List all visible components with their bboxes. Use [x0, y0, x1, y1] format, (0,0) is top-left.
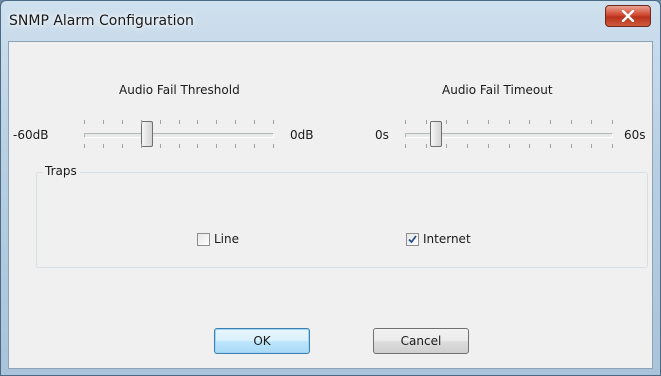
slider-tick	[612, 144, 613, 148]
threshold-min-label: -60dB	[13, 128, 49, 142]
slider-tick	[591, 144, 592, 148]
timeout-slider[interactable]	[405, 114, 613, 154]
timeout-slider-thumb[interactable]	[430, 121, 442, 147]
line-checkbox[interactable]	[197, 233, 210, 246]
checkmark-icon	[408, 235, 417, 244]
internet-checkbox[interactable]	[406, 233, 419, 246]
slider-tick	[467, 120, 468, 124]
slider-tick	[216, 120, 217, 124]
slider-tick	[550, 144, 551, 148]
slider-tick	[254, 120, 255, 124]
dialog-client-area: Audio Fail Threshold -60dB 0dB Audio Fai…	[8, 41, 653, 369]
slider-tick	[488, 120, 489, 124]
slider-tick	[273, 120, 274, 124]
threshold-label: Audio Fail Threshold	[119, 83, 240, 97]
slider-tick	[550, 120, 551, 124]
close-x-icon	[621, 10, 635, 22]
internet-checkbox-label[interactable]: Internet	[423, 232, 471, 246]
ok-button[interactable]: OK	[214, 328, 310, 354]
close-button[interactable]	[605, 5, 651, 27]
threshold-slider[interactable]	[84, 114, 274, 154]
slider-tick	[254, 144, 255, 148]
slider-tick	[591, 120, 592, 124]
slider-tick	[122, 144, 123, 148]
slider-tick	[509, 120, 510, 124]
slider-tick	[160, 144, 161, 148]
slider-tick	[612, 120, 613, 124]
slider-tick	[571, 144, 572, 148]
slider-tick	[405, 144, 406, 148]
slider-tick	[103, 144, 104, 148]
slider-tick	[179, 120, 180, 124]
slider-tick	[141, 120, 142, 124]
slider-tick	[84, 144, 85, 148]
line-checkbox-label[interactable]: Line	[214, 232, 239, 246]
slider-tick	[216, 144, 217, 148]
slider-tick	[103, 120, 104, 124]
threshold-slider-track[interactable]	[84, 133, 274, 138]
timeout-min-label: 0s	[375, 128, 389, 142]
slider-tick	[160, 120, 161, 124]
window-title: SNMP Alarm Configuration	[9, 13, 194, 29]
slider-tick	[467, 144, 468, 148]
timeout-max-label: 60s	[624, 128, 646, 142]
slider-tick	[529, 120, 530, 124]
slider-tick	[571, 120, 572, 124]
slider-tick	[122, 120, 123, 124]
threshold-max-label: 0dB	[290, 128, 314, 142]
traps-caption: Traps	[42, 164, 80, 178]
slider-tick	[426, 120, 427, 124]
slider-tick	[529, 144, 530, 148]
slider-tick	[197, 144, 198, 148]
slider-tick	[446, 120, 447, 124]
slider-tick	[141, 144, 142, 148]
slider-tick	[446, 144, 447, 148]
slider-tick	[235, 120, 236, 124]
threshold-slider-thumb[interactable]	[141, 121, 153, 147]
timeout-label: Audio Fail Timeout	[442, 83, 553, 97]
cancel-button[interactable]: Cancel	[373, 328, 469, 354]
slider-tick	[426, 144, 427, 148]
title-bar[interactable]: SNMP Alarm Configuration	[1, 1, 660, 41]
slider-tick	[488, 144, 489, 148]
slider-tick	[179, 144, 180, 148]
dialog-window: SNMP Alarm Configuration Audio Fail Thre…	[0, 0, 661, 376]
slider-tick	[235, 144, 236, 148]
slider-tick	[273, 144, 274, 148]
traps-groupbox	[36, 172, 648, 268]
slider-tick	[84, 120, 85, 124]
slider-tick	[405, 120, 406, 124]
slider-tick	[197, 120, 198, 124]
slider-tick	[509, 144, 510, 148]
